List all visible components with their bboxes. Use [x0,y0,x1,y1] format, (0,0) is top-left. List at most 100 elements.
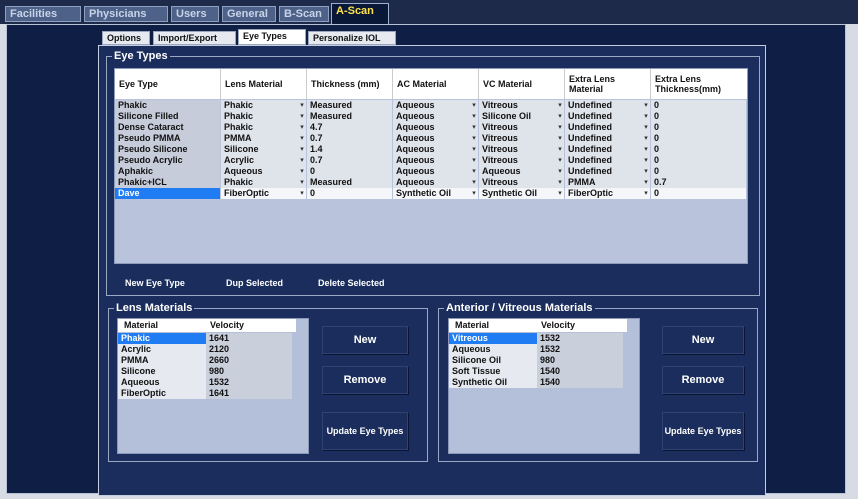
col-header-thickness[interactable]: Thickness (mm) [307,69,393,99]
chevron-down-icon[interactable]: ▾ [298,100,306,111]
extra-lens-material-select[interactable]: PMMA [565,177,642,188]
thickness-cell[interactable]: Measured [307,100,392,111]
table-row[interactable]: Phakic Phakic ▾ Measured Aqueous ▾ Vitreous ▾ Un… [115,100,747,111]
chevron-down-icon[interactable]: ▾ [642,166,650,177]
ac-material-select[interactable]: Aqueous [393,133,470,144]
vc-material-select[interactable]: Vitreous [479,177,556,188]
subtab-import-export[interactable]: Import/Export [153,31,236,45]
chevron-down-icon[interactable]: ▾ [642,177,650,188]
chevron-down-icon[interactable]: ▾ [556,133,564,144]
list-item[interactable]: Aqueous 1532 [118,377,292,388]
list-item[interactable]: Phakic 1641 [118,333,292,344]
lens-material-select[interactable]: Phakic [221,111,298,122]
extra-lens-thickness-cell[interactable]: 0 [651,122,746,133]
extra-lens-thickness-cell[interactable]: 0 [651,155,746,166]
chevron-down-icon[interactable]: ▾ [556,155,564,166]
lens-update-eye-types-button[interactable]: Update Eye Types [322,412,408,450]
av-update-eye-types-button[interactable]: Update Eye Types [662,412,744,450]
ac-material-select[interactable]: Aqueous [393,100,470,111]
extra-lens-thickness-cell[interactable]: 0 [651,144,746,155]
thickness-cell[interactable]: 0 [307,188,392,199]
extra-lens-material-select[interactable]: Undefined [565,122,642,133]
chevron-down-icon[interactable]: ▾ [298,111,306,122]
thickness-cell[interactable]: 0.7 [307,133,392,144]
extra-lens-material-select[interactable]: Undefined [565,100,642,111]
lens-material-select[interactable]: Phakic [221,177,298,188]
extra-lens-material-select[interactable]: Undefined [565,155,642,166]
thickness-cell[interactable]: 0 [307,166,392,177]
chevron-down-icon[interactable]: ▾ [298,177,306,188]
eye-type-cell[interactable]: Silicone Filled [115,111,220,122]
av-new-button[interactable]: New [662,326,744,354]
vc-material-select[interactable]: Synthetic Oil [479,188,556,199]
lens-material-select[interactable]: PMMA [221,133,298,144]
chevron-down-icon[interactable]: ▾ [298,166,306,177]
lens-material-select[interactable]: Silicone [221,144,298,155]
tab-general[interactable]: General [222,6,276,22]
chevron-down-icon[interactable]: ▾ [556,144,564,155]
chevron-down-icon[interactable]: ▾ [470,144,478,155]
list-item[interactable]: Synthetic Oil 1540 [449,377,623,388]
list-item[interactable]: Soft Tissue 1540 [449,366,623,377]
vc-material-select[interactable]: Vitreous [479,133,556,144]
extra-lens-thickness-cell[interactable]: 0.7 [651,177,746,188]
list-item[interactable]: FiberOptic 1641 [118,388,292,399]
list-item[interactable]: Acrylic 2120 [118,344,292,355]
table-row[interactable]: Silicone Filled Phakic ▾ Measured Aqueous ▾ Si… [115,111,747,122]
eye-type-cell[interactable]: Phakic+ICL [115,177,220,188]
chevron-down-icon[interactable]: ▾ [470,100,478,111]
chevron-down-icon[interactable]: ▾ [298,122,306,133]
thickness-cell[interactable]: 0.7 [307,155,392,166]
tab-a-scan[interactable]: A-Scan [331,3,389,24]
lens-remove-button[interactable]: Remove [322,366,408,394]
extra-lens-material-select[interactable]: Undefined [565,111,642,122]
col-header-vc-material[interactable]: VC Material [479,69,565,99]
chevron-down-icon[interactable]: ▾ [556,188,564,199]
chevron-down-icon[interactable]: ▾ [556,166,564,177]
chevron-down-icon[interactable]: ▾ [470,133,478,144]
chevron-down-icon[interactable]: ▾ [470,111,478,122]
chevron-down-icon[interactable]: ▾ [556,100,564,111]
thickness-cell[interactable]: 1.4 [307,144,392,155]
vc-material-select[interactable]: Vitreous [479,122,556,133]
lens-materials-list[interactable]: Material Velocity Phakic 1641 Acrylic 2120 PMM… [117,318,309,454]
table-row[interactable]: Pseudo Silicone Silicone ▾ 1.4 Aqueous ▾ Vitre… [115,144,747,155]
thickness-cell[interactable]: 4.7 [307,122,392,133]
extra-lens-thickness-cell[interactable]: 0 [651,166,746,177]
eye-type-cell[interactable]: Dave [115,188,220,199]
av-materials-list[interactable]: Material Velocity Vitreous 1532 Aqueous 1532 S… [448,318,640,454]
chevron-down-icon[interactable]: ▾ [642,122,650,133]
chevron-down-icon[interactable]: ▾ [298,144,306,155]
lens-material-select[interactable]: Phakic [221,122,298,133]
lens-material-select[interactable]: Acrylic [221,155,298,166]
subtab-eye-types[interactable]: Eye Types [238,29,306,45]
chevron-down-icon[interactable]: ▾ [556,177,564,188]
col-header-lens-material[interactable]: Lens Material [221,69,307,99]
ac-material-select[interactable]: Aqueous [393,177,470,188]
eye-type-cell[interactable]: Aphakic [115,166,220,177]
eye-type-cell[interactable]: Dense Cataract [115,122,220,133]
list-item[interactable]: Vitreous 1532 [449,333,623,344]
ac-material-select[interactable]: Aqueous [393,155,470,166]
chevron-down-icon[interactable]: ▾ [470,177,478,188]
col-header-eye-type[interactable]: Eye Type [115,69,221,99]
tab-b-scan[interactable]: B-Scan [279,6,329,22]
ac-material-select[interactable]: Aqueous [393,111,470,122]
dup-selected-button[interactable]: Dup Selected [226,277,283,289]
vc-material-select[interactable]: Vitreous [479,100,556,111]
delete-selected-button[interactable]: Delete Selected [318,277,385,289]
lens-new-button[interactable]: New [322,326,408,354]
extra-lens-material-select[interactable]: FiberOptic [565,188,642,199]
list-item[interactable]: Silicone Oil 980 [449,355,623,366]
extra-lens-thickness-cell[interactable]: 0 [651,111,746,122]
table-row[interactable]: Pseudo PMMA PMMA ▾ 0.7 Aqueous ▾ Vitreous ▾ Unde… [115,133,747,144]
vc-material-select[interactable]: Silicone Oil [479,111,556,122]
chevron-down-icon[interactable]: ▾ [642,133,650,144]
extra-lens-material-select[interactable]: Undefined [565,133,642,144]
av-remove-button[interactable]: Remove [662,366,744,394]
extra-lens-thickness-cell[interactable]: 0 [651,100,746,111]
list-item[interactable]: Aqueous 1532 [449,344,623,355]
thickness-cell[interactable]: Measured [307,177,392,188]
tab-users[interactable]: Users [171,6,219,22]
extra-lens-material-select[interactable]: Undefined [565,166,642,177]
